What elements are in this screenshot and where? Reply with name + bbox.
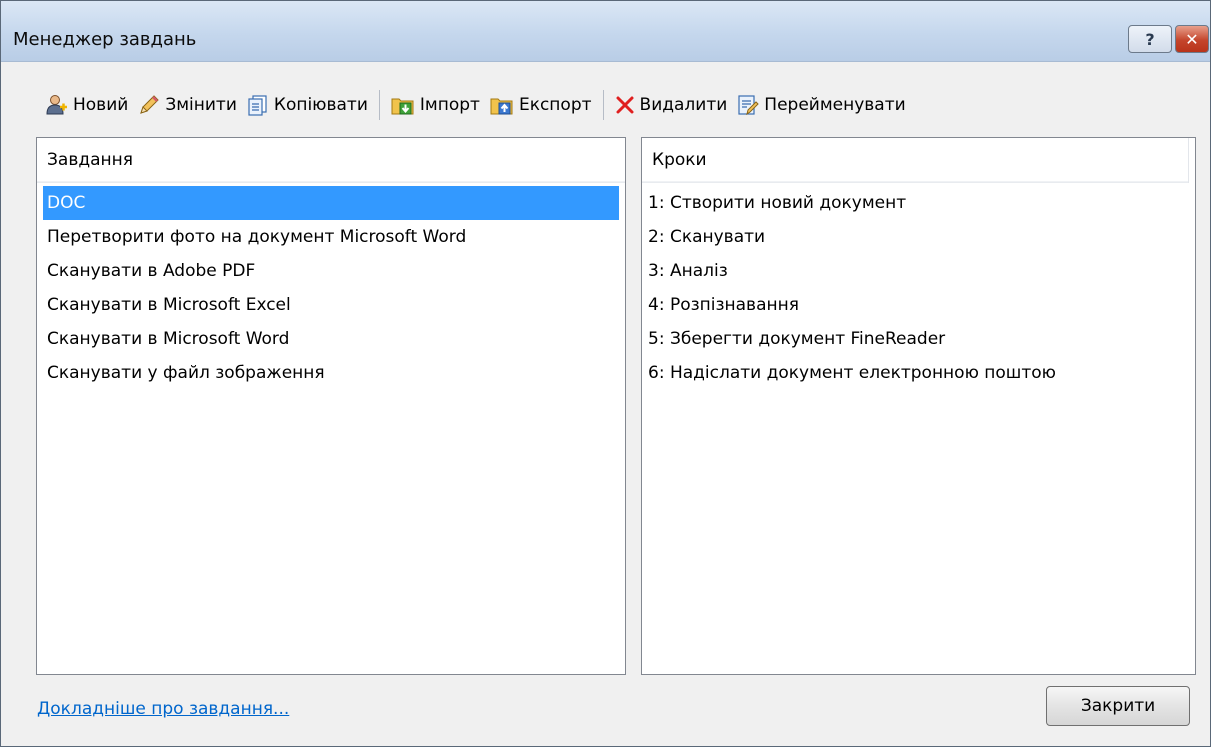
copy-task-button[interactable]: Копіювати: [242, 89, 373, 121]
close-button[interactable]: Закрити: [1046, 686, 1190, 726]
step-list-item[interactable]: 4: Розпізнавання: [644, 288, 1189, 322]
more-about-tasks-link[interactable]: Докладніше про завдання...: [37, 699, 289, 719]
import-folder-icon: [391, 98, 414, 115]
task-manager-dialog: Менеджер завдань ? ✕ Новий Змінити Копію…: [0, 0, 1211, 747]
toolbar: Новий Змінити Копіювати Імпорт Експорт В…: [41, 85, 1210, 125]
tasks-column-header[interactable]: Завдання: [37, 138, 625, 183]
export-folder-icon: [490, 98, 513, 115]
rename-label: Перейменувати: [764, 95, 906, 115]
task-list-item[interactable]: Сканувати в Microsoft Word: [43, 322, 619, 356]
import-label: Імпорт: [419, 95, 480, 115]
help-button[interactable]: ?: [1128, 25, 1172, 53]
step-list-item[interactable]: 2: Сканувати: [644, 220, 1189, 254]
new-task-label: Новий: [73, 95, 129, 115]
task-list-item[interactable]: Перетворити фото на документ Microsoft W…: [43, 220, 619, 254]
window-title: Менеджер завдань: [13, 29, 197, 50]
step-list-item[interactable]: 5: Зберегти документ FineReader: [644, 322, 1189, 356]
toolbar-separator: [378, 90, 380, 120]
rename-icon: [738, 95, 759, 116]
title-bar: Менеджер завдань ? ✕: [1, 1, 1210, 62]
rename-button[interactable]: Перейменувати: [732, 89, 910, 121]
header-divider: [37, 181, 625, 183]
copy-icon: [248, 95, 267, 116]
import-button[interactable]: Імпорт: [386, 89, 485, 121]
step-list-item[interactable]: 6: Надіслати документ електронною поштою: [644, 356, 1189, 390]
tasks-list: DOC Перетворити фото на документ Microso…: [43, 186, 619, 390]
new-user-icon: [46, 95, 67, 115]
delete-button[interactable]: Видалити: [610, 89, 733, 121]
task-list-item[interactable]: DOC: [43, 186, 619, 220]
new-task-button[interactable]: Новий: [41, 89, 133, 121]
close-icon: ✕: [1185, 29, 1199, 49]
help-icon: ?: [1145, 29, 1155, 49]
edit-task-label: Змінити: [165, 95, 237, 115]
close-button-label: Закрити: [1080, 696, 1156, 716]
delete-x-icon: [616, 96, 634, 114]
steps-list-panel: Кроки 1: Створити новий документ 2: Скан…: [641, 137, 1196, 675]
steps-column-header[interactable]: Кроки: [642, 138, 1189, 183]
task-list-item[interactable]: Сканувати в Microsoft Excel: [43, 288, 619, 322]
export-button[interactable]: Експорт: [485, 89, 597, 121]
steps-list: 1: Створити новий документ 2: Сканувати …: [644, 186, 1189, 390]
step-list-item[interactable]: 3: Аналіз: [644, 254, 1189, 288]
pencil-icon: [140, 95, 160, 114]
tasks-header-label: Завдання: [47, 150, 133, 170]
export-label: Експорт: [518, 95, 592, 115]
delete-label: Видалити: [639, 95, 728, 115]
header-divider: [642, 181, 1188, 183]
step-list-item[interactable]: 1: Створити новий документ: [644, 186, 1189, 220]
edit-task-button[interactable]: Змінити: [133, 89, 242, 121]
steps-header-label: Кроки: [652, 150, 707, 170]
tasks-list-panel: Завдання DOC Перетворити фото на докумен…: [36, 137, 626, 675]
copy-task-label: Копіювати: [273, 95, 368, 115]
window-close-button[interactable]: ✕: [1175, 25, 1209, 53]
task-list-item[interactable]: Сканувати в Adobe PDF: [43, 254, 619, 288]
task-list-item[interactable]: Сканувати у файл зображення: [43, 356, 619, 390]
toolbar-separator: [602, 90, 604, 120]
